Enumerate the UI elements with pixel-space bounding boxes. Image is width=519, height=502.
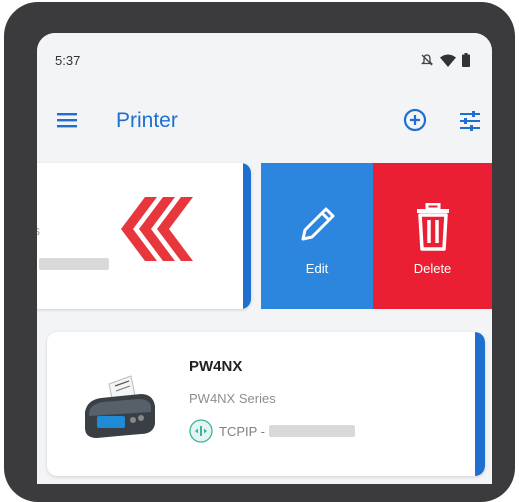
network-connection-icon — [189, 419, 213, 443]
card-accent — [243, 163, 251, 309]
delete-button[interactable]: Delete — [373, 163, 492, 309]
wifi-icon — [440, 54, 456, 67]
printer-device-image — [85, 375, 155, 438]
swipe-left-hint-icon — [121, 197, 193, 261]
printer-name: PW4NX — [189, 358, 243, 375]
trash-icon — [416, 203, 449, 251]
pencil-icon — [301, 207, 335, 241]
page-title: Printer — [116, 109, 178, 132]
screen: 5:37 Printer Edit Delete PW4NX PW4NX Ser… — [37, 33, 492, 484]
menu-button[interactable] — [55, 110, 79, 130]
redacted-address — [39, 257, 110, 270]
card-accent — [475, 332, 485, 476]
status-icons — [420, 53, 470, 67]
printer-list-item[interactable]: PW4NX PW4NX Series TCPIP - — [47, 332, 485, 476]
delete-label: Delete — [413, 261, 452, 276]
printer-series: PW4NX Series — [189, 391, 276, 406]
connection-label: TCPIP - — [219, 423, 265, 439]
mute-icon — [420, 54, 434, 66]
printer-connection: P - — [37, 255, 110, 270]
device-frame: 5:37 Printer Edit Delete PW4NX PW4NX Ser… — [4, 2, 515, 502]
printer-series: ries — [37, 223, 40, 238]
redacted-address — [269, 425, 355, 437]
app-bar: Printer — [37, 83, 492, 151]
status-bar: 5:37 — [37, 33, 492, 83]
filter-settings-button[interactable] — [458, 109, 482, 133]
tune-icon — [460, 111, 480, 131]
printer-connection: TCPIP - — [189, 419, 355, 443]
swiped-printer-row: ries P - Edit — [37, 163, 492, 309]
hamburger-menu-icon — [57, 113, 77, 128]
add-circle-icon — [403, 108, 427, 132]
edit-button[interactable]: Edit — [261, 163, 373, 309]
swiped-printer-card[interactable]: ries P - — [37, 163, 251, 309]
status-time: 5:37 — [55, 53, 81, 68]
add-printer-button[interactable] — [403, 108, 427, 132]
battery-icon — [462, 53, 470, 67]
edit-label: Edit — [305, 261, 329, 276]
